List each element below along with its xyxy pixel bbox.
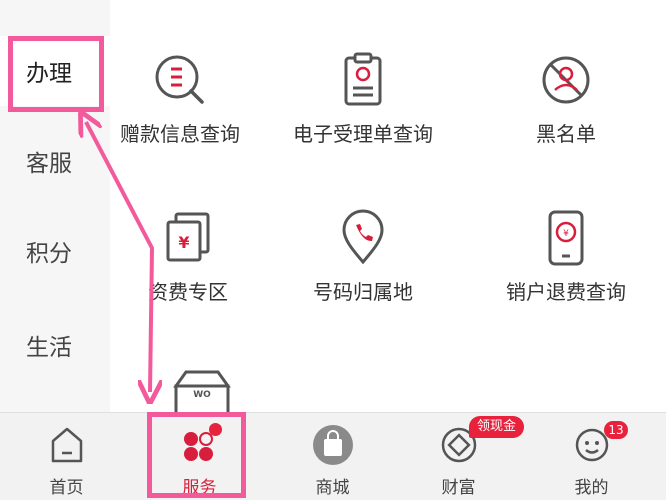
tab-mall[interactable]: 商城: [266, 413, 399, 500]
sidebar-item-label: 办理: [26, 61, 72, 87]
service-grid: 赠款信息查询 电子受理单查询 黑名单 ¥ 资费专区 号码归属地 ¥ 销户退费查询…: [110, 0, 666, 412]
service-label: 销户退费查询: [506, 280, 626, 304]
service-label: 号码归属地: [313, 280, 413, 304]
tab-mine[interactable]: 我的: [525, 413, 658, 500]
service-label: 资费专区: [148, 280, 228, 304]
shopping-bag-icon: [312, 425, 353, 465]
notification-dot: [208, 423, 222, 436]
sidebar-item-life[interactable]: 生活: [0, 310, 110, 380]
sidebar-item-points[interactable]: 积分: [0, 216, 110, 286]
service-label: 赠款信息查询: [120, 122, 240, 146]
category-sidebar: 办理 客服 积分 生活: [0, 0, 110, 412]
tab-label: 我的: [574, 478, 609, 498]
mine-badge: 13: [604, 421, 628, 439]
service-label: 黑名单: [536, 122, 596, 146]
location-phone-icon: [342, 209, 384, 265]
sidebar-item-label: 客服: [26, 151, 72, 177]
sidebar-item-label: 生活: [26, 335, 72, 361]
blocked-user-icon: [542, 56, 590, 104]
refund-phone-icon: ¥: [548, 210, 584, 266]
bottom-tab-bar: 首页 服务 商城 财富 我的: [0, 412, 666, 500]
sidebar-item-label: 积分: [26, 241, 72, 267]
svg-text:¥: ¥: [178, 233, 189, 252]
tab-label: 商城: [315, 478, 350, 498]
tab-label: 财富: [441, 478, 476, 498]
service-e-application-query[interactable]: 电子受理单查询: [273, 50, 453, 147]
clipboard-icon: [344, 52, 382, 106]
wealth-badge: 领现金: [469, 416, 525, 438]
tab-home[interactable]: 首页: [0, 413, 133, 500]
search-list-icon: [155, 55, 204, 104]
service-blacklist[interactable]: 黑名单: [476, 50, 656, 147]
service-label: 电子受理单查询: [293, 122, 433, 146]
home-icon: [51, 427, 82, 463]
service-partial-wo[interactable]: WO: [172, 368, 232, 412]
service-gift-balance-query[interactable]: 赠款信息查询: [110, 50, 270, 147]
tab-label: 服务: [182, 478, 217, 498]
svg-text:¥: ¥: [563, 229, 569, 239]
tab-label: 首页: [49, 478, 84, 498]
sidebar-item-handle[interactable]: 办理: [0, 36, 110, 106]
service-account-refund-query[interactable]: ¥ 销户退费查询: [476, 208, 656, 305]
wo-box-icon: WO: [173, 370, 231, 412]
service-number-location[interactable]: 号码归属地: [273, 208, 453, 305]
tab-service[interactable]: 服务: [133, 413, 266, 500]
sidebar-item-customer-service[interactable]: 客服: [0, 126, 110, 196]
wo-text: WO: [193, 390, 211, 400]
service-tariff-zone[interactable]: ¥ 资费专区: [110, 208, 278, 305]
yuan-cards-icon: ¥: [166, 212, 210, 262]
